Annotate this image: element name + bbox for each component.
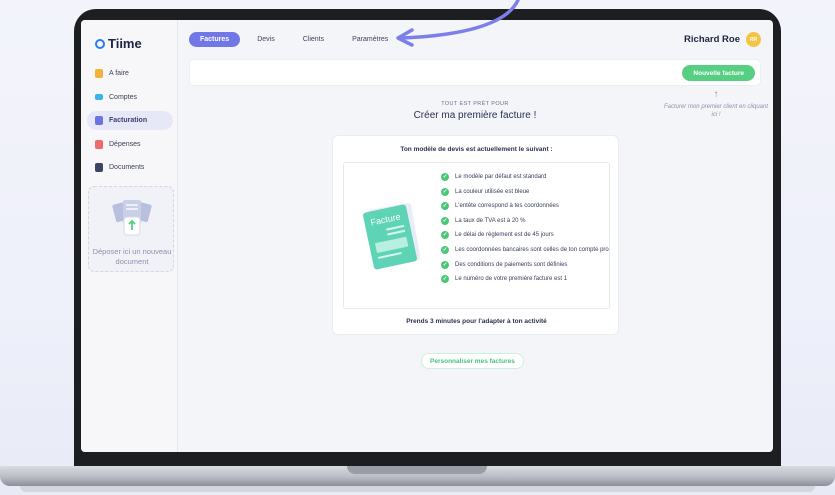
check-icon: ✓ <box>441 231 449 240</box>
card-footer: Prends 3 minutes pour l'adapter à ton ac… <box>406 318 547 325</box>
sidebar-item-facturation[interactable]: Facturation <box>87 111 173 130</box>
checklist-text: La taux de TVA est à 20 % <box>455 217 526 224</box>
app-screen: Tiime A faire Comptes Facturation Dépens… <box>81 20 773 452</box>
hint-text: Facturer mon premier client en cliquant … <box>663 104 769 118</box>
invoice-illustration: Facture <box>363 203 421 270</box>
check-icon: ✓ <box>441 202 449 211</box>
sidebar-item-label: Facturation <box>109 117 148 124</box>
new-invoice-hint: ↑ Facturer mon premier client en cliquan… <box>661 90 771 119</box>
accounts-icon <box>95 94 103 100</box>
tab-factures[interactable]: Factures <box>189 32 241 47</box>
check-icon: ✓ <box>441 260 449 269</box>
template-details: Facture ✓ Le modèle par défaut est stand… <box>343 162 610 309</box>
list-item: ✓ Le délai de règlement est de 45 jours <box>441 231 609 240</box>
checklist-text: Le délai de règlement est de 45 jours <box>455 232 554 239</box>
user-menu[interactable]: Richard Roe RR <box>684 32 761 47</box>
list-item: ✓ Des conditions de paiements sont défin… <box>441 260 609 269</box>
list-item: ✓ Les coordonnées bancaires sont celles … <box>441 245 609 254</box>
user-name: Richard Roe <box>684 34 740 45</box>
check-icon: ✓ <box>441 187 449 196</box>
template-summary-card: Ton modèle de devis est actuellement le … <box>332 135 619 335</box>
sidebar-item-label: Documents <box>109 164 145 171</box>
arrow-pointer-icon <box>396 0 520 47</box>
headline-kicker: TOUT EST PRÊT POUR <box>441 101 509 107</box>
checklist-text: Les coordonnées bancaires sont celles de… <box>455 246 609 253</box>
top-tabs: Factures Devis Clients Paramètres <box>189 32 399 47</box>
invoice-toolbar: Nouvelle facture <box>189 59 761 86</box>
logo[interactable]: Tiime <box>95 36 142 51</box>
sidebar-item-comptes[interactable]: Comptes <box>87 88 173 107</box>
checklist-text: La couleur utilisée est bleue <box>455 188 530 195</box>
list-item: ✓ L'entête correspond à tes coordonnées <box>441 202 609 211</box>
logo-icon <box>95 38 105 49</box>
list-item: ✓ La taux de TVA est à 20 % <box>441 216 609 225</box>
list-item: ✓ Le numéro de votre première facture es… <box>441 275 609 284</box>
sidebar-item-a-faire[interactable]: A faire <box>87 64 173 83</box>
logo-text: Tiime <box>108 36 142 51</box>
list-item: ✓ Le modèle par défaut est standard <box>441 173 609 181</box>
invoice-icon <box>95 116 103 125</box>
drop-zone-label: Déposer ici un nouveau document <box>92 247 172 266</box>
check-icon: ✓ <box>441 173 449 181</box>
page-title: Créer ma première facture ! <box>413 110 537 121</box>
checklist: ✓ Le modèle par défaut est standard ✓ La… <box>441 173 609 290</box>
upload-illustration <box>112 200 152 236</box>
avatar[interactable]: RR <box>746 32 761 47</box>
document-drop-zone[interactable]: Déposer ici un nouveau document <box>88 186 174 272</box>
card-title: Ton modèle de devis est actuellement le … <box>400 146 553 153</box>
checklist-text: Des conditions de paiements sont définie… <box>455 261 568 268</box>
customize-invoices-button[interactable]: Personnaliser mes factures <box>421 353 524 369</box>
sidebar-item-label: A faire <box>109 70 129 77</box>
checklist-text: Le modèle par défaut est standard <box>455 174 547 180</box>
check-icon: ✓ <box>441 216 449 225</box>
list-item: ✓ La couleur utilisée est bleue <box>441 187 609 196</box>
new-invoice-button[interactable]: Nouvelle facture <box>682 65 755 81</box>
arrow-up-icon: ↑ <box>713 89 719 100</box>
sidebar-item-documents[interactable]: Documents <box>87 158 173 177</box>
sidebar-nav: A faire Comptes Facturation Dépenses Doc… <box>87 64 173 182</box>
sidebar-item-label: Comptes <box>109 93 138 101</box>
documents-icon <box>95 163 103 172</box>
check-icon: ✓ <box>441 275 449 284</box>
todo-icon <box>95 69 103 78</box>
tab-devis[interactable]: Devis <box>246 32 286 47</box>
sidebar-item-depenses[interactable]: Dépenses <box>87 135 173 154</box>
laptop-notch <box>347 466 487 474</box>
checklist-text: L'entête correspond à tes coordonnées <box>455 203 559 210</box>
sidebar: Tiime A faire Comptes Facturation Dépens… <box>81 20 178 452</box>
sidebar-item-label: Dépenses <box>109 140 141 148</box>
laptop-shadow <box>20 486 815 492</box>
checklist-text: Le numéro de votre première facture est … <box>455 276 568 283</box>
tab-clients[interactable]: Clients <box>292 32 335 47</box>
expenses-icon <box>95 139 103 149</box>
check-icon: ✓ <box>441 245 449 254</box>
